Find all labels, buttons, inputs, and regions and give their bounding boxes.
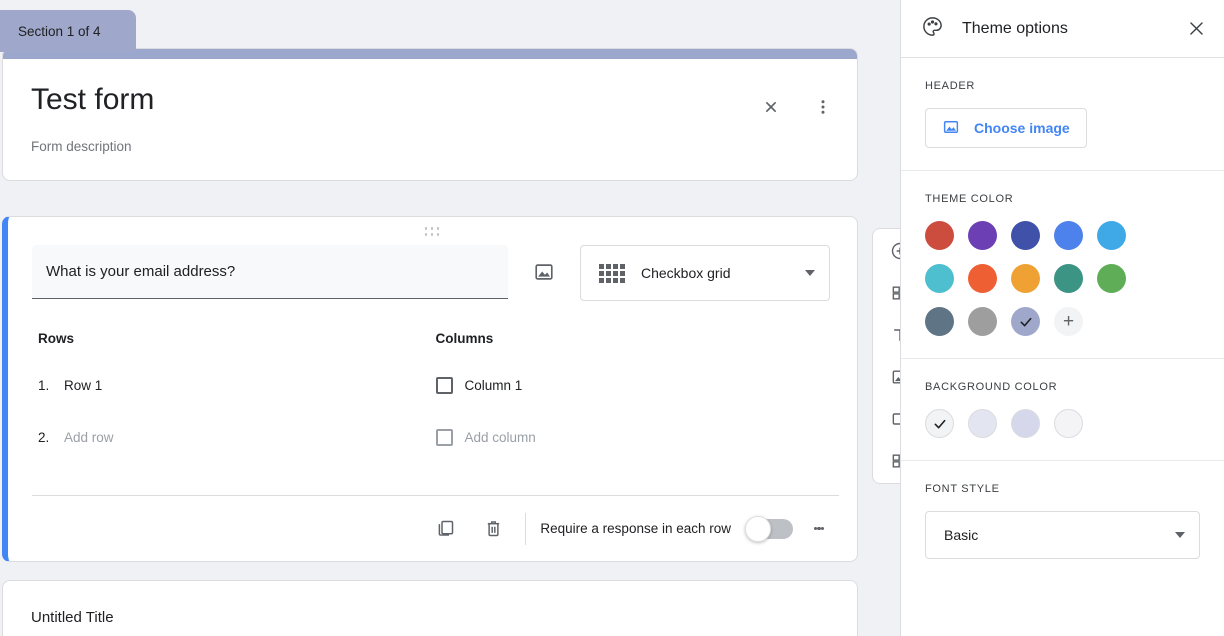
row-label: Row 1 — [64, 377, 103, 393]
background-color-swatch-selected[interactable] — [925, 409, 954, 438]
theme-color-swatches: + — [925, 221, 1155, 336]
column-item[interactable]: Column 1 — [435, 370, 834, 400]
add-question-icon[interactable] — [886, 237, 900, 265]
rows-header: Rows — [38, 331, 75, 346]
next-item-title: Untitled Title — [31, 609, 114, 626]
row-number: 1. — [38, 377, 50, 393]
form-description[interactable]: Form description — [31, 139, 829, 154]
image-icon — [942, 118, 960, 139]
columns-column: Columns Column 1 Add column — [435, 331, 834, 474]
palette-icon — [921, 15, 944, 43]
theme-color-swatch[interactable] — [1097, 221, 1126, 250]
import-questions-icon[interactable] — [886, 279, 900, 307]
chevron-down-icon — [1175, 532, 1185, 538]
theme-color-section: THEME COLOR + — [901, 171, 1224, 359]
panel-header: Theme options — [901, 0, 1224, 58]
question-type-label: Checkbox grid — [641, 265, 731, 281]
theme-color-swatch[interactable] — [968, 307, 997, 336]
collapse-icon[interactable] — [759, 95, 783, 119]
require-response-label: Require a response in each row — [540, 521, 731, 536]
theme-color-swatch[interactable] — [1054, 221, 1083, 250]
rows-columns-area: Rows 1. Row 1 2. Add row Columns Column … — [8, 301, 857, 474]
add-column-label: Add column — [464, 429, 536, 445]
theme-color-swatch[interactable] — [1097, 264, 1126, 293]
theme-color-label: THEME COLOR — [925, 193, 1014, 205]
question-footer-toolbar: Require a response in each row — [32, 495, 839, 561]
theme-color-swatch[interactable] — [925, 264, 954, 293]
theme-color-swatch[interactable] — [1054, 264, 1083, 293]
checkbox-icon — [435, 428, 453, 446]
add-image-icon[interactable] — [886, 363, 900, 391]
toolbar-divider — [525, 512, 527, 545]
section-tab-label: Section 1 of 4 — [18, 23, 101, 39]
form-header-actions — [759, 95, 835, 119]
row-number: 2. — [38, 429, 50, 445]
theme-options-panel: Theme options HEADER Choose image THEME … — [900, 0, 1224, 636]
theme-color-swatch[interactable] — [925, 307, 954, 336]
question-card[interactable]: What is your email address? Checkbox gri… — [2, 216, 858, 562]
more-vert-icon[interactable] — [811, 95, 835, 119]
add-section-icon[interactable] — [886, 447, 900, 475]
close-icon[interactable] — [1184, 17, 1208, 41]
trash-icon[interactable] — [469, 505, 517, 553]
add-image-icon[interactable] — [524, 245, 564, 299]
font-style-section: FONT STYLE Basic — [901, 461, 1224, 581]
choose-image-label: Choose image — [974, 120, 1070, 136]
form-header-card: Test form Form description — [2, 48, 858, 181]
add-title-icon[interactable] — [886, 321, 900, 349]
theme-color-swatch[interactable] — [925, 221, 954, 250]
header-section-label: HEADER — [925, 80, 976, 92]
panel-title: Theme options — [962, 19, 1068, 37]
checkbox-grid-icon — [599, 263, 625, 283]
add-row-item[interactable]: 2. Add row — [38, 422, 436, 452]
more-vert-icon[interactable] — [799, 509, 839, 549]
duplicate-icon[interactable] — [421, 505, 469, 553]
choose-image-button[interactable]: Choose image — [925, 108, 1087, 148]
background-color-label: BACKGROUND COLOR — [925, 381, 1058, 393]
theme-color-swatch[interactable] — [1011, 264, 1040, 293]
checkbox-icon — [435, 376, 453, 394]
theme-color-swatch[interactable] — [1011, 221, 1040, 250]
drag-handle[interactable] — [8, 227, 857, 237]
row-item[interactable]: 1. Row 1 — [38, 370, 436, 400]
font-style-select[interactable]: Basic — [925, 511, 1200, 559]
theme-color-swatch[interactable] — [968, 264, 997, 293]
add-video-icon[interactable] — [886, 405, 900, 433]
add-item-toolbar — [872, 228, 900, 484]
section-tab[interactable]: Section 1 of 4 — [0, 10, 136, 52]
question-title-text: What is your email address? — [46, 263, 236, 280]
font-style-label: FONT STYLE — [925, 483, 1000, 495]
theme-color-swatch-selected[interactable] — [1011, 307, 1040, 336]
theme-color-swatch[interactable] — [968, 221, 997, 250]
toggle-knob — [745, 515, 771, 542]
form-title[interactable]: Test form — [31, 81, 829, 119]
background-color-swatch[interactable] — [1054, 409, 1083, 438]
next-item-card[interactable]: Untitled Title — [2, 580, 858, 636]
columns-header: Columns — [435, 331, 494, 346]
background-color-swatch[interactable] — [968, 409, 997, 438]
header-section: HEADER Choose image — [901, 58, 1224, 171]
background-color-swatches — [925, 409, 1200, 438]
question-title-input[interactable]: What is your email address? — [32, 245, 508, 299]
background-color-section: BACKGROUND COLOR — [901, 359, 1224, 461]
add-row-label: Add row — [64, 429, 114, 445]
column-label: Column 1 — [464, 377, 523, 393]
rows-column: Rows 1. Row 1 2. Add row — [38, 331, 436, 474]
chevron-down-icon — [805, 270, 815, 276]
require-response-toggle[interactable] — [745, 515, 793, 542]
add-custom-color-button[interactable]: + — [1054, 307, 1083, 336]
add-column-item[interactable]: Add column — [435, 422, 834, 452]
question-type-select[interactable]: Checkbox grid — [580, 245, 830, 301]
font-style-value: Basic — [944, 527, 979, 543]
background-color-swatch[interactable] — [1011, 409, 1040, 438]
form-editor-area: Section 1 of 4 Test form Form descriptio… — [0, 0, 900, 636]
